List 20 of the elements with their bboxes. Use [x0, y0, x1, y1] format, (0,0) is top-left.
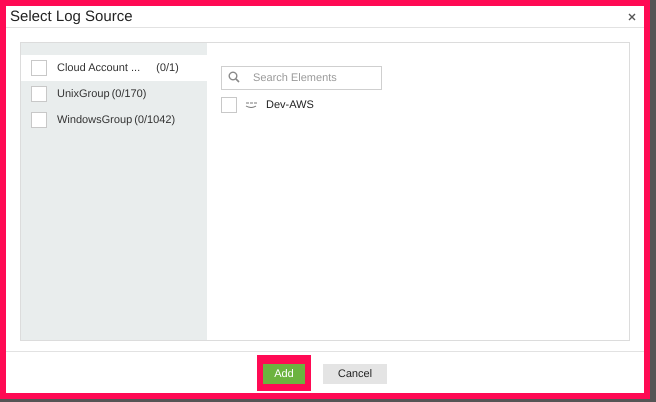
- group-count: (0/1042): [134, 113, 176, 128]
- logo-icon: [245, 101, 258, 110]
- group-name: UnixGroup: [57, 87, 110, 102]
- group-count: (0/1): [156, 61, 179, 76]
- group-count: (0/170): [112, 87, 146, 102]
- checkbox[interactable]: [31, 86, 47, 102]
- dialog-title: Select Log Source: [10, 9, 133, 24]
- checkbox[interactable]: [221, 97, 237, 114]
- group-item[interactable]: Cloud Account ... (0/1): [21, 55, 207, 82]
- checkbox[interactable]: [31, 112, 47, 128]
- cancel-button[interactable]: Cancel: [323, 364, 387, 384]
- checkbox[interactable]: [31, 60, 47, 76]
- group-name: WindowsGroup: [57, 113, 132, 128]
- group-item[interactable]: UnixGroup (0/170): [21, 81, 207, 108]
- search-icon: [228, 71, 240, 84]
- group-item[interactable]: WindowsGroup (0/1042): [21, 107, 207, 134]
- search-field[interactable]: Search Elements: [221, 66, 382, 90]
- element-name: Dev-AWS: [266, 98, 314, 114]
- close-icon[interactable]: [628, 12, 636, 21]
- group-name: Cloud Account ...: [57, 61, 140, 76]
